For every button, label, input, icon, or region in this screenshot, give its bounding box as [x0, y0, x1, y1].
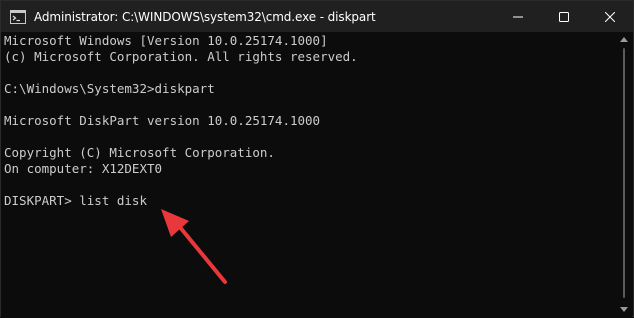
console-line: Microsoft DiskPart version 10.0.25174.10… [4, 113, 321, 128]
console-line: Microsoft Windows [Version 10.0.25174.10… [4, 33, 328, 48]
command-input-line[interactable]: DISKPART> list disk [4, 193, 147, 209]
scroll-up-icon[interactable] [620, 36, 628, 42]
console-line: Copyright (C) Microsoft Corporation. [4, 145, 275, 160]
cmd-window: Administrator: C:\WINDOWS\system32\cmd.e… [0, 0, 634, 317]
close-button[interactable] [587, 1, 633, 32]
console-line: On computer: X12DEXT0 [4, 161, 163, 176]
minimize-icon [513, 16, 523, 17]
console-line: C:\Windows\System32>diskpart [4, 81, 215, 96]
window-title: Administrator: C:\WINDOWS\system32\cmd.e… [34, 9, 376, 24]
minimize-button[interactable] [495, 1, 541, 32]
scroll-down-icon[interactable] [620, 307, 628, 313]
cmd-icon [10, 9, 26, 24]
title-bar[interactable]: Administrator: C:\WINDOWS\system32\cmd.e… [1, 1, 633, 32]
maximize-icon [559, 11, 569, 22]
console-output[interactable]: Microsoft Windows [Version 10.0.25174.10… [1, 32, 617, 317]
maximize-button[interactable] [541, 1, 587, 32]
vertical-scrollbar[interactable] [616, 32, 632, 317]
window-controls [495, 1, 633, 32]
scroll-thumb[interactable] [623, 48, 625, 298]
console-line: (c) Microsoft Corporation. All rights re… [4, 49, 358, 64]
close-icon [605, 11, 615, 22]
